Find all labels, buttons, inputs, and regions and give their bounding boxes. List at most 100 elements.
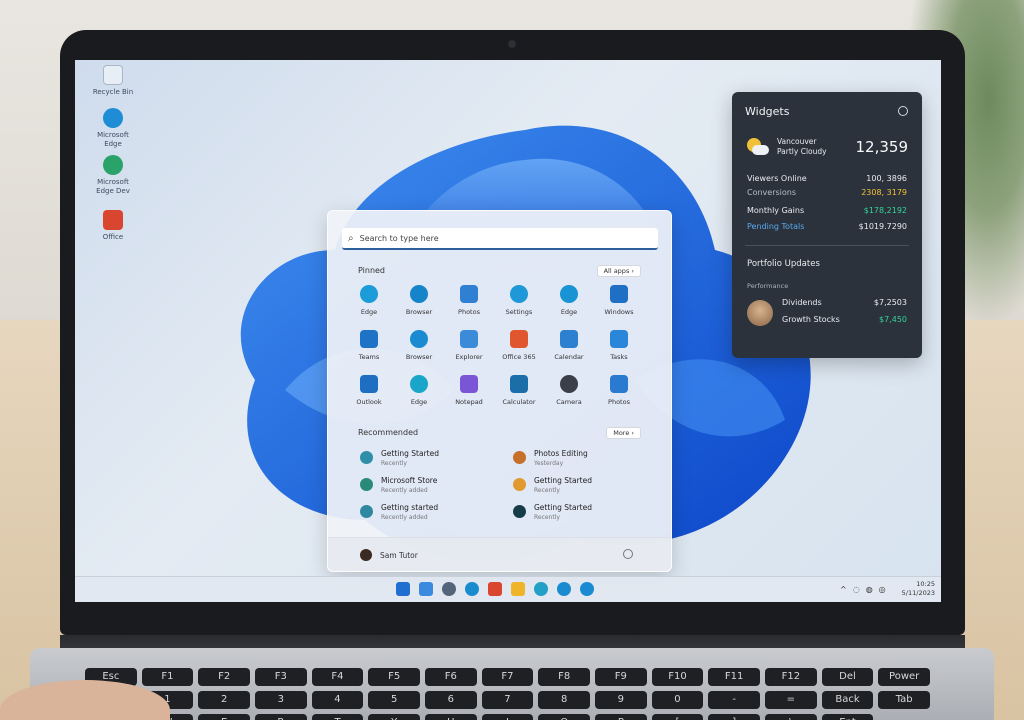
desktop-icon-edge-dev[interactable]: Microsoft Edge Dev — [91, 155, 135, 196]
app-tile[interactable]: Teams — [344, 330, 394, 361]
app-tile[interactable]: Photos — [594, 375, 644, 406]
keyboard-key: Back — [821, 691, 874, 709]
app-tile[interactable]: Browser — [394, 285, 444, 316]
user-account[interactable]: Sam Tutor — [360, 549, 418, 561]
edge-icon — [410, 285, 428, 303]
stat-row: Monthly Gains $178,2192 — [747, 206, 907, 215]
recommended-item[interactable]: Getting started Recently added — [360, 503, 438, 521]
taskbar: ^ ◌ ◍ ◎ 10:25 5/11/2023 — [75, 576, 941, 602]
edge-icon[interactable] — [557, 582, 571, 596]
laptop-screen: Recycle Bin Microsoft Edge Microsoft Edg… — [75, 60, 941, 602]
edge-icon — [410, 375, 428, 393]
keyboard-key: F2 — [198, 668, 250, 686]
keyboard-key: T — [311, 714, 364, 720]
keyboard-key: P — [595, 714, 647, 720]
office-icon — [510, 330, 528, 348]
keyboard-key: I — [481, 714, 534, 720]
recommended-item[interactable]: Getting Started Recently — [513, 476, 592, 494]
search-placeholder: Search to type here — [359, 233, 439, 243]
app-tile[interactable]: Windows — [594, 285, 644, 316]
app-tile[interactable]: Office 365 — [494, 330, 544, 361]
keyboard-key: O — [538, 714, 590, 720]
pinned-heading: Pinned — [358, 266, 386, 275]
app-tile[interactable]: Camera — [544, 375, 594, 406]
all-apps-button[interactable]: All apps › — [596, 265, 641, 277]
chevron-up-icon[interactable]: ^ — [840, 585, 847, 594]
photos-icon — [460, 285, 478, 303]
clock[interactable]: 10:25 5/11/2023 — [902, 580, 935, 598]
desktop-icon-edge[interactable]: Microsoft Edge — [91, 108, 135, 149]
app-icon — [513, 478, 526, 491]
app-tile[interactable]: Notepad — [444, 375, 494, 406]
keyboard-key: = — [765, 691, 817, 709]
keyboard-key: F5 — [368, 668, 420, 686]
widgets-panel: Widgets Vancouver Partly Cloudy 12,359 V… — [732, 92, 922, 358]
weather-widget[interactable]: Vancouver Partly Cloudy — [745, 137, 827, 157]
close-icon[interactable] — [898, 106, 908, 116]
app-tile[interactable]: Edge — [394, 375, 444, 406]
app-tile[interactable]: Edge — [344, 285, 394, 316]
keyboard-key: E — [198, 714, 250, 720]
keyboard-key: 6 — [425, 691, 477, 709]
portfolio-row[interactable]: Dividends $7,2503 — [782, 298, 907, 307]
photos-icon — [610, 375, 628, 393]
windows-icon[interactable] — [419, 582, 433, 596]
office-icon[interactable] — [488, 582, 502, 596]
keyboard-key: F7 — [481, 668, 534, 686]
widgets-title: Widgets — [745, 105, 790, 118]
volume-icon[interactable]: ◍ — [866, 585, 873, 594]
edge-icon[interactable] — [465, 582, 479, 596]
desktop-icon-recycle-bin[interactable]: Recycle Bin — [91, 65, 135, 97]
keyboard-key: F10 — [651, 668, 704, 686]
weather-icon — [745, 138, 769, 156]
folder-icon — [460, 330, 478, 348]
app-tile[interactable]: Outlook — [344, 375, 394, 406]
edge-icon[interactable] — [580, 582, 594, 596]
keyboard-key: F4 — [311, 668, 364, 686]
start-search-box[interactable]: ⌕ Search to type here — [342, 228, 658, 250]
divider — [745, 245, 909, 246]
keyboard-key: Y — [368, 714, 420, 720]
desktop-icon-office[interactable]: Office — [91, 210, 135, 242]
app-tile[interactable]: Settings — [494, 285, 544, 316]
power-icon[interactable] — [623, 549, 633, 559]
office-icon — [103, 210, 123, 230]
keyboard-key: 8 — [538, 691, 590, 709]
system-tray: ^ ◌ ◍ ◎ — [840, 585, 886, 594]
wifi-icon[interactable]: ◌ — [853, 585, 860, 594]
app-tile[interactable]: Edge — [544, 285, 594, 316]
start-menu: ⌕ Search to type here Pinned All apps › … — [327, 210, 672, 572]
app-icon — [513, 505, 526, 518]
taskbar-icons — [396, 582, 594, 596]
search-icon[interactable] — [442, 582, 456, 596]
recommended-item[interactable]: Getting Started Recently — [513, 503, 592, 521]
keyboard-key: R — [255, 714, 307, 720]
keyboard-key: ] — [708, 714, 760, 720]
keyboard-key: F11 — [708, 668, 760, 686]
user-name: Sam Tutor — [380, 550, 418, 560]
app-tile[interactable]: Tasks — [594, 330, 644, 361]
app-tile[interactable]: Browser — [394, 330, 444, 361]
app-tile[interactable]: Explorer — [444, 330, 494, 361]
recommended-item[interactable]: Getting Started Recently — [360, 449, 439, 467]
keyboard-key: \ — [765, 714, 817, 720]
recommended-item[interactable]: Photos Editing Yesterday — [513, 449, 588, 467]
edge-icon — [103, 155, 123, 175]
edge-icon — [560, 285, 578, 303]
recommended-item[interactable]: Microsoft Store Recently added — [360, 476, 437, 494]
webcam — [508, 40, 516, 48]
edge-icon — [103, 108, 123, 128]
battery-icon[interactable]: ◎ — [879, 585, 886, 594]
folder-icon[interactable] — [511, 582, 525, 596]
edge-icon[interactable] — [534, 582, 548, 596]
keyboard-key: Power — [878, 668, 930, 686]
more-button[interactable]: More › — [606, 427, 641, 439]
app-tile[interactable]: Calculator — [494, 375, 544, 406]
app-icon — [360, 505, 373, 518]
start-icon[interactable] — [396, 582, 410, 596]
calendar-icon — [560, 330, 578, 348]
keyboard-key: 2 — [198, 691, 250, 709]
portfolio-row[interactable]: Growth Stocks $7,450 — [782, 315, 907, 324]
app-tile[interactable]: Photos — [444, 285, 494, 316]
app-tile[interactable]: Calendar — [544, 330, 594, 361]
